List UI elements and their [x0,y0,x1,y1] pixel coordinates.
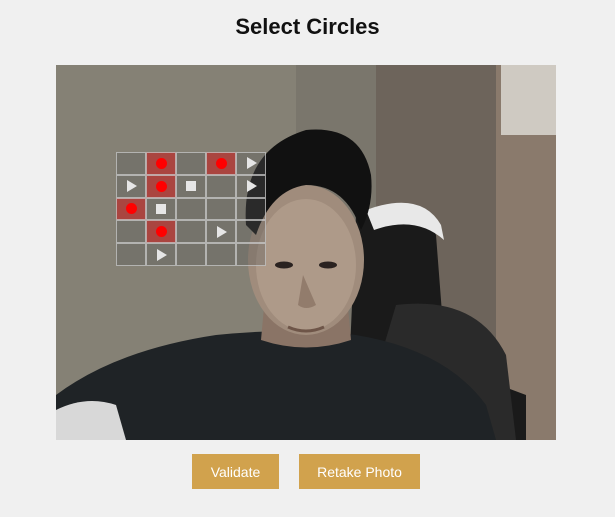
grid-cell-r4-c0[interactable] [116,243,146,266]
grid-cell-r1-c3[interactable] [206,174,236,198]
page-title: Select Circles [235,14,380,39]
grid-cell-r2-c2[interactable] [176,197,206,221]
grid-cell-r3-c4[interactable] [236,220,266,244]
grid-cell-r3-c3[interactable] [206,220,236,244]
grid-cell-r0-c2[interactable] [176,152,206,175]
circle-icon [215,157,227,169]
grid-cell-r2-c4[interactable] [236,197,266,221]
validate-button[interactable]: Validate [192,454,279,489]
triangle-icon [247,157,257,170]
grid-cell-r4-c4[interactable] [236,243,266,266]
circle-icon [125,203,137,215]
grid-cell-r1-c2[interactable] [176,174,206,198]
square-icon [186,181,196,192]
grid-cell-r0-c4[interactable] [236,152,266,175]
grid-cell-r1-c4[interactable] [236,174,266,198]
circle-icon [155,157,167,169]
grid-cell-r0-c1[interactable] [146,152,176,175]
grid-cell-r1-c1[interactable] [146,174,176,198]
triangle-icon [157,248,167,261]
square-icon [156,203,166,214]
grid-cell-r4-c2[interactable] [176,243,206,266]
grid-cell-r4-c3[interactable] [206,243,236,266]
triangle-icon [127,180,137,193]
grid-cell-r3-c1[interactable] [146,220,176,244]
grid-cell-r2-c1[interactable] [146,197,176,221]
grid-cell-r2-c0[interactable] [116,197,146,221]
retake-photo-button[interactable]: Retake Photo [299,454,420,489]
grid-cell-r3-c2[interactable] [176,220,206,244]
grid-cell-r1-c0[interactable] [116,174,146,198]
shape-grid [116,152,266,266]
circle-icon [155,180,167,192]
grid-cell-r2-c3[interactable] [206,197,236,221]
grid-cell-r0-c0[interactable] [116,152,146,175]
webcam-photo [56,65,556,440]
triangle-icon [247,180,257,193]
triangle-icon [217,225,227,238]
grid-cell-r3-c0[interactable] [116,220,146,244]
grid-cell-r4-c1[interactable] [146,243,176,266]
circle-icon [155,226,167,238]
grid-cell-r0-c3[interactable] [206,152,236,175]
